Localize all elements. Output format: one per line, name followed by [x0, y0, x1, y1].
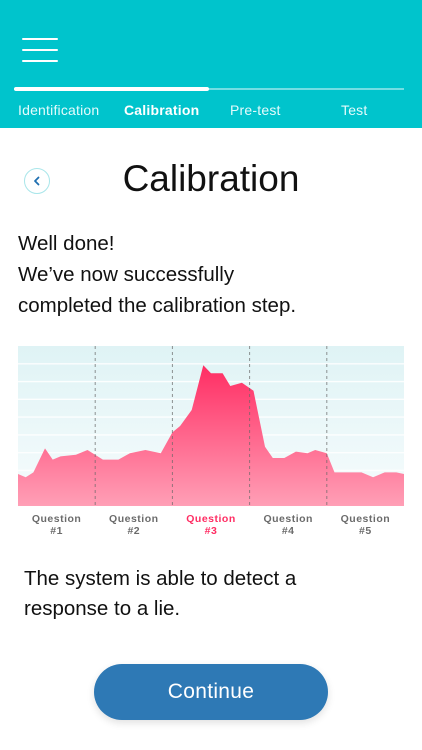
- chart-x-tick-label: #2: [127, 525, 140, 536]
- message-line: Well done!: [18, 232, 115, 255]
- chart-x-tick-label: #3: [205, 525, 218, 536]
- tab-test[interactable]: Test: [341, 102, 367, 118]
- message-line: completed the calibration step.: [18, 294, 297, 317]
- message-line: We’ve now successfully: [18, 263, 235, 286]
- hamburger-menu-icon[interactable]: [22, 38, 58, 64]
- step-tabs: Identification Calibration Pre-test Test: [0, 102, 422, 122]
- menu-line: [22, 38, 58, 40]
- chart-x-tick-label: #5: [359, 525, 372, 536]
- step-progress-fill: [14, 87, 209, 91]
- chart-x-tick-label: Question: [32, 513, 82, 525]
- tab-identification[interactable]: Identification: [18, 102, 99, 118]
- success-message: Well done! We’ve now successfully comple…: [18, 228, 408, 321]
- tab-pre-test[interactable]: Pre-test: [230, 102, 281, 118]
- tab-calibration[interactable]: Calibration: [124, 102, 199, 118]
- continue-button[interactable]: Continue: [94, 664, 328, 720]
- page-title: Calibration: [122, 158, 300, 199]
- top-header: Identification Calibration Pre-test Test: [0, 0, 422, 128]
- chart-x-tick-label: Question: [341, 513, 391, 525]
- menu-line: [22, 49, 58, 51]
- menu-line: [22, 60, 58, 62]
- chart-x-tick-label: Question: [186, 513, 236, 525]
- result-line: The system is able to detect a: [24, 567, 297, 590]
- chart-x-tick-label: Question: [109, 513, 159, 525]
- chart-x-tick-label: #4: [282, 525, 295, 536]
- calibration-chart: Question #1 Question #2 Question #3 Question #4…: [18, 346, 404, 536]
- step-progress-track: [14, 87, 404, 91]
- chart-x-tick-label: #1: [50, 525, 63, 536]
- result-line: response to a lie.: [24, 597, 181, 620]
- chart-svg: Question#1Question#2Question#3Question#4…: [18, 346, 404, 536]
- result-message: The system is able to detect a response …: [24, 564, 404, 624]
- chart-x-tick-label: Question: [263, 513, 313, 525]
